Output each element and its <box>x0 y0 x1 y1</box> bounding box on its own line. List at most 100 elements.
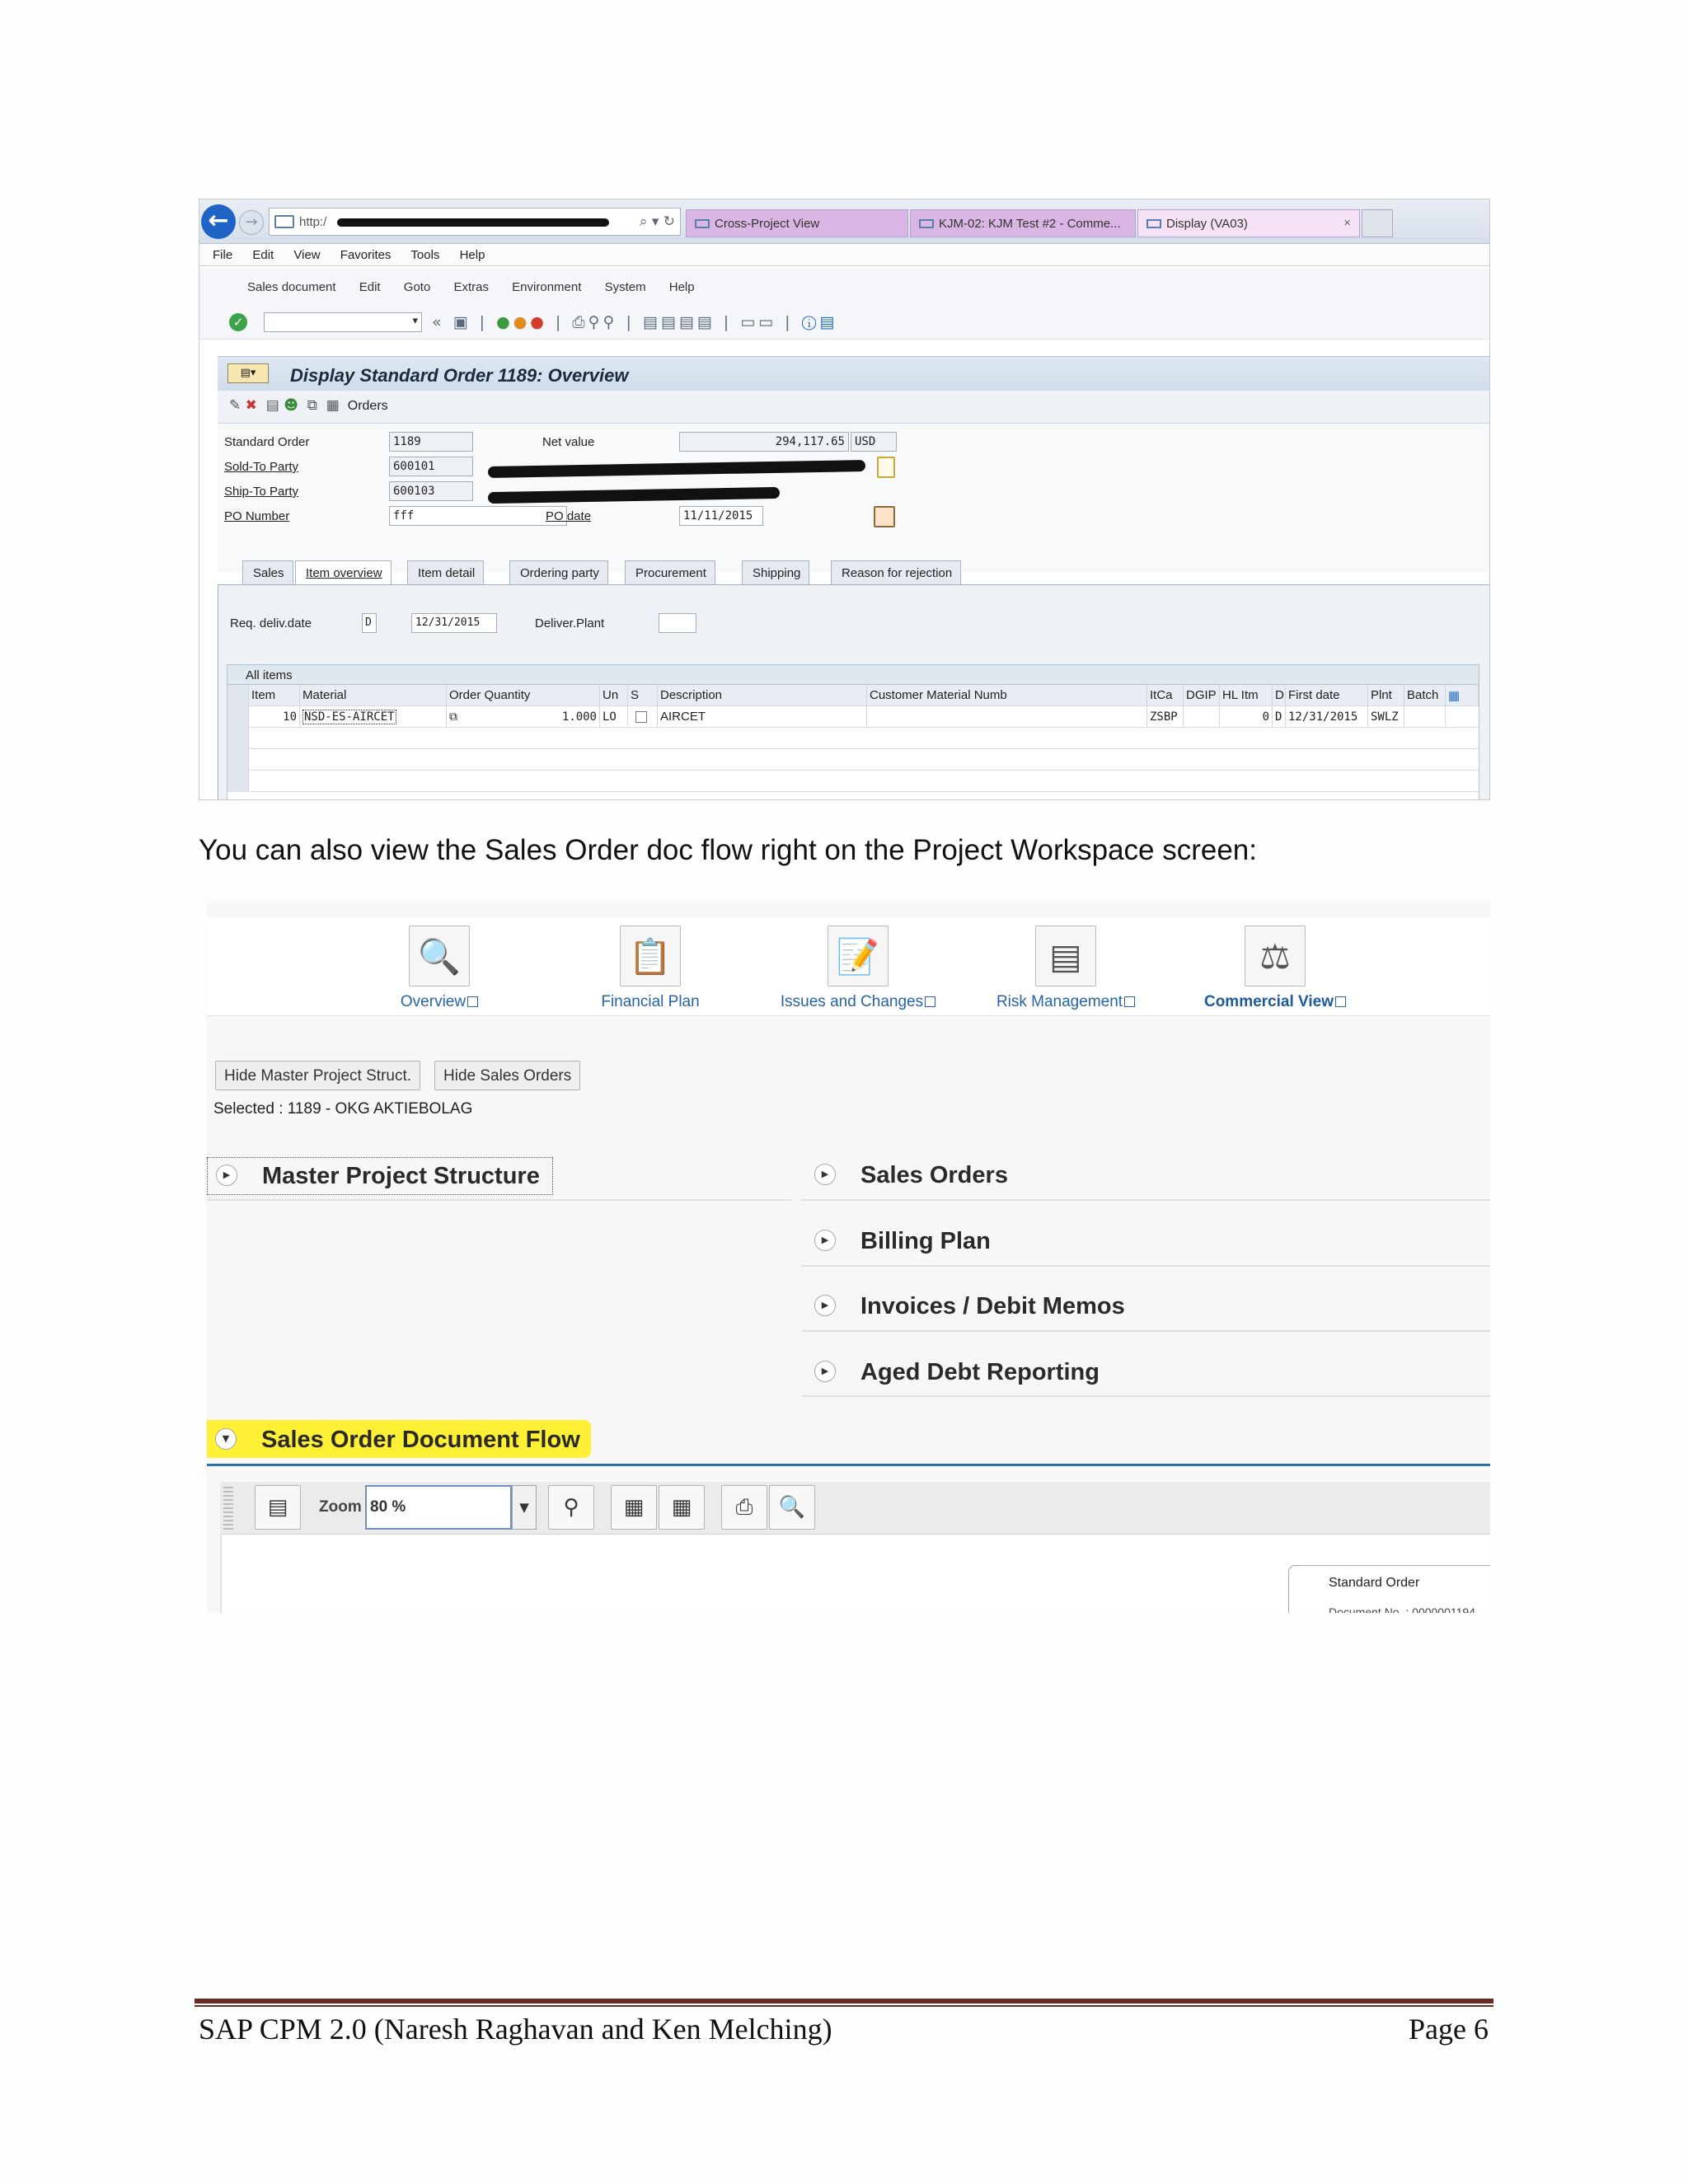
notepad-pencil-icon[interactable]: 📝 <box>828 926 889 987</box>
col-plnt[interactable]: Plnt <box>1368 685 1404 706</box>
launch-label-issues[interactable]: Issues and Changes <box>781 993 923 1010</box>
display-change-icon[interactable]: ✎ <box>229 397 241 414</box>
back-arrow-icon[interactable]: ← <box>201 204 236 239</box>
tab-ordering-party[interactable]: Ordering party <box>509 560 608 585</box>
standard-order-field[interactable]: 1189 <box>389 432 473 452</box>
panel-master-project-structure[interactable]: ▶ Master Project Structure <box>207 1157 553 1195</box>
calendar-icon[interactable] <box>874 506 895 527</box>
orders-button[interactable]: Orders <box>348 399 388 413</box>
tab-shipping[interactable]: Shipping <box>742 560 810 585</box>
cell-description[interactable]: AIRCET <box>658 706 867 728</box>
cell-material[interactable]: NSD-ES-AIRCET <box>300 706 447 728</box>
expand-arrow-icon[interactable]: ▶ <box>216 1165 237 1186</box>
col-order-quantity[interactable]: Order Quantity <box>447 685 600 706</box>
col-un[interactable]: Un <box>600 685 628 706</box>
cell-item[interactable]: 10 <box>249 706 300 728</box>
header-icon[interactable]: ▤ <box>266 397 279 414</box>
table-row-empty[interactable] <box>227 728 1479 749</box>
tab-procurement[interactable]: Procurement <box>625 560 715 585</box>
zoom-select[interactable]: 80 % <box>365 1485 512 1530</box>
launch-label-overview[interactable]: Overview <box>401 993 466 1010</box>
po-number-label[interactable]: PO Number <box>224 509 289 523</box>
document-icon[interactable] <box>877 457 895 478</box>
cell-un[interactable]: LO <box>600 706 628 728</box>
chevron-down-icon[interactable]: ▼ <box>512 1485 537 1530</box>
address-tools-icon[interactable]: ⌕ ▾ ↻ <box>640 213 675 230</box>
panel-sales-order-document-flow[interactable]: ▼ Sales Order Document Flow <box>207 1422 594 1460</box>
launch-risk-management[interactable]: ▤ Risk Management <box>975 926 1156 1011</box>
browser-tab-kjm-02[interactable]: KJM-02: KJM Test #2 - Comme... <box>910 209 1136 237</box>
net-value-field[interactable]: 294,117.65 <box>679 432 849 452</box>
table-row-empty[interactable] <box>227 749 1479 771</box>
launch-issues-changes[interactable]: 📝 Issues and Changes <box>767 926 949 1011</box>
row-selector[interactable] <box>227 749 249 771</box>
forward-arrow-icon[interactable]: → <box>239 210 264 235</box>
toolbar-icons[interactable]: « ▣ | ●●● | ⎙⚲⚲ | ▤▤▤▤ | ▭▭ | ⓘ▤ <box>432 313 837 331</box>
risk-chart-icon[interactable]: ▤ <box>1035 926 1096 987</box>
menu-edit[interactable]: Edit <box>252 248 274 262</box>
select-all-cell[interactable] <box>227 685 249 706</box>
menu-help[interactable]: Help <box>460 248 485 262</box>
col-s[interactable]: S <box>628 685 658 706</box>
launch-overview[interactable]: 🔍 Overview <box>349 926 530 1011</box>
row-selector[interactable] <box>227 728 249 749</box>
session-icon[interactable]: ▤▾ <box>227 363 269 383</box>
req-deliv-date-field[interactable]: 12/31/2015 <box>411 613 497 633</box>
flow-node-standard-order[interactable]: Standard Order Document No. : 0000001194 <box>1288 1565 1490 1613</box>
table-settings-icon[interactable]: ▦ <box>1446 685 1479 706</box>
col-material[interactable]: Material <box>300 685 447 706</box>
row-selector[interactable] <box>227 706 249 728</box>
launch-commercial-view[interactable]: ⚖ Commercial View <box>1184 926 1366 1011</box>
expand-arrow-icon[interactable]: ▶ <box>814 1164 836 1185</box>
po-date-field[interactable]: 11/11/2015 <box>679 506 763 526</box>
tab-item-detail[interactable]: Item detail <box>407 560 485 585</box>
launch-label-financial-plan[interactable]: Financial Plan <box>560 993 741 1011</box>
sap-menu-system[interactable]: System <box>605 280 646 294</box>
command-field[interactable]: ▾ <box>264 312 422 332</box>
collapse-tree-icon[interactable]: ▦ <box>611 1485 657 1530</box>
panel-sales-orders[interactable]: ▶ Sales Orders <box>806 1157 1490 1195</box>
browser-tab-cross-project[interactable]: Cross-Project View <box>686 209 908 237</box>
cell-first-date[interactable]: 12/31/2015 <box>1286 706 1368 728</box>
col-description[interactable]: Description <box>658 685 867 706</box>
new-tab-button[interactable] <box>1362 209 1393 237</box>
doc-flow-canvas[interactable]: Standard Order Document No. : 0000001194 <box>220 1535 1490 1613</box>
col-item[interactable]: Item <box>249 685 300 706</box>
address-bar[interactable]: http:/ ⌕ ▾ ↻ <box>269 208 681 236</box>
cell-s[interactable] <box>628 706 658 728</box>
currency-field[interactable]: USD <box>851 432 897 452</box>
launch-label-commercial[interactable]: Commercial View <box>1204 993 1334 1010</box>
delete-icon[interactable]: ✖ <box>246 397 257 414</box>
col-hl-itm[interactable]: HL Itm <box>1220 685 1273 706</box>
cell-itca[interactable]: ZSBP <box>1147 706 1184 728</box>
cell-order-quantity[interactable]: ⧉ 1.000 <box>447 706 600 728</box>
col-d[interactable]: D <box>1273 685 1286 706</box>
print-preview-icon[interactable]: 🔍 <box>769 1485 815 1530</box>
checkbox[interactable] <box>635 711 647 723</box>
tab-reason-for-rejection[interactable]: Reason for rejection <box>831 560 962 585</box>
close-icon[interactable]: × <box>1343 216 1351 230</box>
enter-check-icon[interactable]: ✓ <box>229 313 247 331</box>
row-selector[interactable] <box>227 771 249 792</box>
table-row-empty[interactable] <box>227 771 1479 792</box>
col-customer-material[interactable]: Customer Material Numb <box>867 685 1147 706</box>
sap-menu-goto[interactable]: Goto <box>404 280 431 294</box>
print-icon[interactable]: ⎙ <box>721 1485 767 1530</box>
launch-label-risk[interactable]: Risk Management <box>996 993 1123 1010</box>
chevron-down-icon[interactable]: ▾ <box>412 315 418 327</box>
sold-to-party-label[interactable]: Sold-To Party <box>224 460 298 474</box>
ship-to-party-label[interactable]: Ship-To Party <box>224 485 298 499</box>
sap-menu-edit[interactable]: Edit <box>359 280 381 294</box>
menu-file[interactable]: File <box>213 248 232 262</box>
po-number-field[interactable]: fff <box>389 506 567 526</box>
panel-billing-plan[interactable]: ▶ Billing Plan <box>806 1223 1490 1261</box>
clipboard-arrow-icon[interactable]: 📋 <box>620 926 681 987</box>
col-first-date[interactable]: First date <box>1286 685 1368 706</box>
sap-menu-help[interactable]: Help <box>669 280 695 294</box>
cell-customer-material[interactable] <box>867 706 1147 728</box>
hide-master-project-button[interactable]: Hide Master Project Struct. <box>215 1061 421 1090</box>
expand-arrow-icon[interactable]: ▶ <box>814 1295 836 1316</box>
col-itca[interactable]: ItCa <box>1147 685 1184 706</box>
deliver-plant-field[interactable] <box>659 613 696 633</box>
browser-tab-display-va03[interactable]: Display (VA03) × <box>1137 209 1360 237</box>
